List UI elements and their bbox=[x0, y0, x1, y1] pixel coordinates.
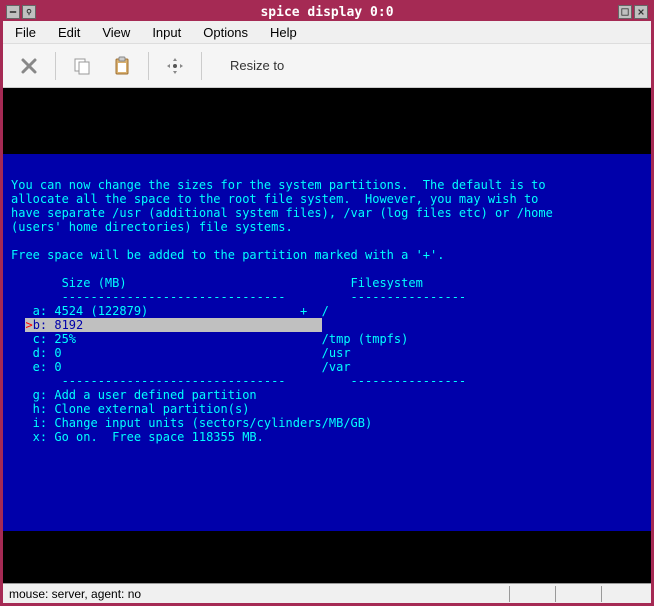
window-title: spice display 0:0 bbox=[260, 5, 393, 20]
partition-row[interactable]: e: 0 /var bbox=[11, 360, 643, 374]
paste-button[interactable] bbox=[104, 48, 140, 84]
app-window: spice display 0:0 File Edit View Input O… bbox=[0, 0, 654, 606]
status-text: mouse: server, agent: no bbox=[9, 587, 507, 601]
statusbar: mouse: server, agent: no bbox=[3, 583, 651, 603]
toolbar-separator bbox=[201, 52, 202, 80]
terminal-padding-top bbox=[3, 88, 651, 154]
menu-input[interactable]: Input bbox=[148, 23, 185, 42]
intro-line: You can now change the sizes for the sys… bbox=[11, 178, 643, 192]
window-pin-button[interactable] bbox=[22, 5, 36, 19]
fullscreen-button[interactable] bbox=[157, 48, 193, 84]
menu-view[interactable]: View bbox=[98, 23, 134, 42]
partition-row-selected[interactable]: >b: 8192 bbox=[11, 318, 643, 332]
status-cell bbox=[509, 586, 553, 602]
terminal-viewport: You can now change the sizes for the sys… bbox=[3, 88, 651, 583]
copy-button[interactable] bbox=[64, 48, 100, 84]
toolbar-separator bbox=[148, 52, 149, 80]
close-connection-button[interactable] bbox=[11, 48, 47, 84]
partition-row[interactable]: a: 4524 (122879) + / bbox=[11, 304, 643, 318]
resize-label: Resize to bbox=[230, 58, 284, 73]
table-header: Size (MB) Filesystem bbox=[11, 276, 643, 290]
menu-help[interactable]: Help bbox=[266, 23, 301, 42]
action-line[interactable]: g: Add a user defined partition bbox=[11, 388, 643, 402]
toolbar: Resize to bbox=[3, 44, 651, 88]
table-divider: ------------------------------- --------… bbox=[11, 290, 643, 304]
free-space-line: Free space will be added to the partitio… bbox=[11, 248, 643, 262]
terminal-content[interactable]: You can now change the sizes for the sys… bbox=[3, 154, 651, 531]
titlebar: spice display 0:0 bbox=[3, 3, 651, 21]
action-line[interactable]: i: Change input units (sectors/cylinders… bbox=[11, 416, 643, 430]
status-cell bbox=[555, 586, 599, 602]
action-line[interactable]: h: Clone external partition(s) bbox=[11, 402, 643, 416]
menubar: File Edit View Input Options Help bbox=[3, 21, 651, 44]
window-menu-button[interactable] bbox=[6, 5, 20, 19]
intro-line: allocate all the space to the root file … bbox=[11, 192, 643, 206]
menu-file[interactable]: File bbox=[11, 23, 40, 42]
close-button[interactable] bbox=[634, 5, 648, 19]
toolbar-separator bbox=[55, 52, 56, 80]
menu-options[interactable]: Options bbox=[199, 23, 252, 42]
table-divider: ------------------------------- --------… bbox=[11, 374, 643, 388]
action-line[interactable]: x: Go on. Free space 118355 MB. bbox=[11, 430, 643, 444]
menu-edit[interactable]: Edit bbox=[54, 23, 84, 42]
intro-line: (users' home directories) file systems. bbox=[11, 220, 643, 234]
status-cell bbox=[601, 586, 645, 602]
partition-row[interactable]: d: 0 /usr bbox=[11, 346, 643, 360]
terminal-padding-bottom bbox=[3, 531, 651, 583]
intro-line: have separate /usr (additional system fi… bbox=[11, 206, 643, 220]
partition-row[interactable]: c: 25% /tmp (tmpfs) bbox=[11, 332, 643, 346]
maximize-button[interactable] bbox=[618, 5, 632, 19]
